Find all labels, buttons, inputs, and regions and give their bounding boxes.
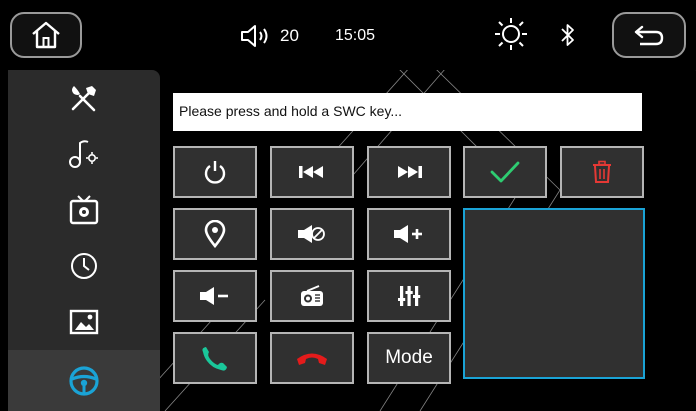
- volume-up-key-button[interactable]: [367, 208, 451, 260]
- clock-time: 15:05: [335, 27, 376, 44]
- checkmark-icon: [490, 161, 520, 183]
- sidebar-item-time[interactable]: [8, 238, 160, 294]
- wallpaper-icon: [69, 309, 99, 335]
- delete-key-button[interactable]: [560, 146, 644, 198]
- skip-next-icon: [398, 166, 422, 178]
- mode-key-label: Mode: [385, 347, 433, 368]
- location-pin-icon: [204, 220, 226, 248]
- swc-key-list-panel[interactable]: [463, 208, 645, 379]
- music-settings-icon: [69, 140, 98, 168]
- trash-icon: [593, 160, 611, 183]
- tv-settings-icon: [69, 195, 99, 225]
- back-arrow-icon: [634, 25, 664, 46]
- home-button[interactable]: [10, 12, 82, 58]
- sidebar-item-video[interactable]: [8, 182, 160, 238]
- volume-indicator[interactable]: 20: [240, 22, 299, 50]
- phone-answer-icon: [202, 347, 227, 371]
- back-button[interactable]: [612, 12, 686, 58]
- top-status-bar: 20 15:05: [0, 0, 696, 70]
- navigation-key-button[interactable]: [173, 208, 257, 260]
- skip-previous-icon: [299, 166, 323, 178]
- brightness-icon[interactable]: [494, 16, 528, 52]
- swc-instruction-field: Please press and hold a SWC key...: [173, 93, 642, 131]
- next-track-key-button[interactable]: [367, 146, 451, 198]
- volume-up-icon: [394, 225, 422, 243]
- radio-key-button[interactable]: [270, 270, 354, 322]
- mute-key-button[interactable]: [270, 208, 354, 260]
- answer-call-key-button[interactable]: [173, 332, 257, 384]
- sidebar-item-audio[interactable]: [8, 126, 160, 182]
- power-icon: [204, 161, 226, 184]
- equalizer-icon: [398, 286, 421, 306]
- previous-track-key-button[interactable]: [270, 146, 354, 198]
- speaker-icon: [241, 25, 268, 47]
- volume-down-icon: [200, 287, 228, 305]
- bluetooth-icon[interactable]: [559, 22, 577, 48]
- hang-up-key-button[interactable]: [270, 332, 354, 384]
- radio-icon: [301, 285, 323, 306]
- mute-speaker-icon: [298, 225, 325, 243]
- settings-sidebar: [8, 70, 160, 411]
- volume-down-key-button[interactable]: [173, 270, 257, 322]
- power-key-button[interactable]: [173, 146, 257, 198]
- sidebar-item-steering-wheel[interactable]: [8, 350, 160, 411]
- tools-icon: [71, 86, 96, 112]
- sidebar-item-general[interactable]: [8, 70, 160, 126]
- equalizer-key-button[interactable]: [367, 270, 451, 322]
- confirm-key-button[interactable]: [463, 146, 547, 198]
- home-icon: [32, 21, 60, 49]
- volume-value: 20: [280, 26, 299, 45]
- phone-hangup-icon: [297, 353, 327, 365]
- sidebar-item-wallpaper[interactable]: [8, 294, 160, 350]
- mode-key-button[interactable]: Mode: [367, 332, 451, 384]
- steering-wheel-icon: [69, 365, 99, 396]
- clock-icon: [71, 253, 97, 279]
